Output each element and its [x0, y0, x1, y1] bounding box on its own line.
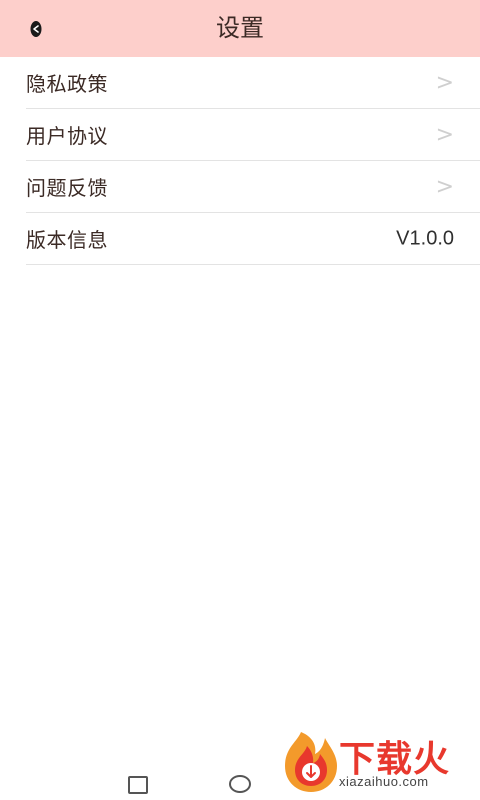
version-info-label: 版本信息 — [26, 228, 108, 252]
privacy-policy-label: 隐私政策 — [26, 72, 108, 96]
feedback-row[interactable]: 问题反馈 > — [26, 161, 480, 213]
version-info-row: 版本信息 V1.0.0 — [26, 213, 480, 265]
chevron-right-icon: > — [435, 122, 454, 147]
page-title: 设置 — [216, 14, 264, 42]
privacy-policy-row[interactable]: 隐私政策 > — [26, 57, 480, 109]
chevron-right-icon: > — [435, 70, 454, 95]
version-value: V1.0.0 — [396, 227, 454, 249]
back-button[interactable] — [22, 17, 50, 41]
user-agreement-label: 用户协议 — [26, 124, 108, 148]
settings-list: 隐私政策 > 用户协议 > 问题反馈 > 版本信息 V1.0.0 — [26, 57, 480, 265]
system-nav-bar — [0, 752, 480, 800]
back-arrow-icon — [30, 21, 42, 37]
user-agreement-row[interactable]: 用户协议 > — [26, 109, 480, 161]
feedback-label: 问题反馈 — [26, 176, 108, 200]
chevron-right-icon: > — [435, 174, 454, 199]
square-icon[interactable] — [128, 776, 148, 794]
circle-icon[interactable] — [229, 775, 251, 793]
app-header: 设置 — [0, 0, 480, 57]
